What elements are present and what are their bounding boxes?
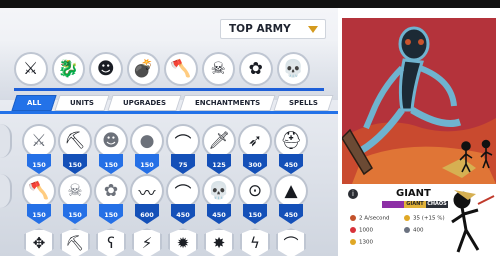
army-slot-bomb-icon[interactable]: 💣 — [126, 52, 160, 86]
unit-card-helmet-icon[interactable]: ⛑ — [274, 124, 308, 158]
unit-card-pickaxe-icon[interactable]: ⛏ — [58, 124, 92, 158]
stat-population: 400 — [404, 227, 424, 234]
unit-card-lungs-icon[interactable]: ✿ — [94, 174, 128, 208]
unit-card-bomber-icon[interactable]: ⊙ — [238, 174, 272, 208]
army-slot-lungs-icon[interactable]: ✿ — [239, 52, 273, 86]
offscreen-unit-card[interactable] — [0, 124, 12, 158]
unit-card-axe-icon[interactable]: 🪓 — [22, 174, 56, 208]
info-icon[interactable]: i — [348, 189, 358, 199]
unit-card-burst-icon[interactable]: ✸ — [204, 228, 234, 256]
tab-all[interactable]: ALL — [11, 95, 57, 111]
unit-card-scythe-icon[interactable]: ⌒ — [166, 124, 200, 158]
army-slot-skull-mask-icon[interactable]: ☻ — [89, 52, 123, 86]
unit-detail-panel: i GIANT GIANT CHAOS 2 A/second 35 (+15 %… — [338, 8, 500, 256]
cost-badge: 150 — [99, 204, 123, 224]
tab-upgrades[interactable]: UPGRADES — [107, 95, 182, 111]
cost-badge: 450 — [207, 204, 231, 224]
tabs-underline — [0, 111, 338, 114]
army-selector-dropdown[interactable]: TOP ARMY — [220, 19, 326, 39]
unit-card-lightning-icon[interactable]: ϟ — [240, 228, 270, 256]
unit-card-skull-icon[interactable]: 💀 — [202, 174, 236, 208]
army-slot-axe-icon[interactable]: 🪓 — [164, 52, 198, 86]
unit-card-bomb-burst-icon[interactable]: ✹ — [168, 228, 198, 256]
stick-warrior-figure — [451, 190, 495, 253]
coin-icon — [350, 239, 356, 245]
unit-card-crossbow-icon[interactable]: ⚔ — [22, 124, 56, 158]
tab-units[interactable]: UNITS — [54, 95, 110, 111]
stat-gold: 35 (+15 %) — [404, 215, 445, 222]
tag-chaos: CHAOS — [426, 201, 448, 208]
unit-card-pickaxe-shield-icon[interactable]: ⛏ — [60, 228, 90, 256]
unit-card-bomb-icon[interactable]: ● — [130, 124, 164, 158]
cost-badge: 150 — [135, 154, 159, 174]
army-underline — [14, 88, 324, 91]
cost-badge: 150 — [243, 204, 267, 224]
stat-speed: 2 A/second — [350, 215, 389, 222]
stat-health: 1000 — [350, 227, 373, 234]
army-slot-skull-icon[interactable]: 💀 — [276, 52, 310, 86]
unit-title: GIANT — [396, 188, 431, 199]
cost-badge: 450 — [279, 204, 303, 224]
chevron-down-icon — [308, 26, 318, 33]
army-slots: ⚔ 🐉 ☻ 💣 🪓 ☠ ✿ 💀 — [14, 52, 310, 90]
cost-badge: 150 — [63, 154, 87, 174]
cost-badge: 150 — [99, 154, 123, 174]
unit-card-whip-icon[interactable]: 〰 — [130, 174, 164, 208]
cost-badge: 125 — [207, 154, 231, 174]
cost-badge: 300 — [243, 154, 267, 174]
unit-info-card: i GIANT GIANT CHAOS 2 A/second 35 (+15 %… — [342, 184, 496, 256]
unit-card-compass-icon[interactable]: ✥ — [24, 228, 54, 256]
unit-card-bear-icon[interactable]: ʕ — [96, 228, 126, 256]
giant-artwork — [342, 18, 496, 184]
top-bar — [0, 0, 500, 8]
unit-card-skull-crossbones-icon[interactable]: ☠ — [58, 174, 92, 208]
army-selector-label: TOP ARMY — [229, 23, 291, 35]
unit-card-sword-icon[interactable]: 🗡 — [202, 124, 236, 158]
speed-icon — [350, 215, 356, 221]
tab-enchantments[interactable]: ENCHANTMENTS — [179, 95, 277, 111]
population-icon — [404, 227, 410, 233]
heart-icon — [350, 227, 356, 233]
unit-card-claw-icon[interactable]: ⚡ — [132, 228, 162, 256]
tag-blank — [382, 201, 404, 208]
tag-giant: GIANT — [404, 201, 426, 208]
unit-card-scythe-shield-icon[interactable]: ⌒ — [276, 228, 306, 256]
unit-card-hook-icon[interactable]: ⌒ — [166, 174, 200, 208]
army-slot-dragon-icon[interactable]: 🐉 — [51, 52, 85, 86]
army-slot-archer-target-icon[interactable]: ⚔ — [14, 52, 48, 86]
unit-card-witch-hat-icon[interactable]: ▲ — [274, 174, 308, 208]
cost-badge: 600 — [135, 204, 159, 224]
cost-badge: 450 — [279, 154, 303, 174]
cost-badge: 75 — [171, 154, 195, 174]
cost-badge: 150 — [27, 154, 51, 174]
tab-spells[interactable]: SPELLS — [273, 95, 334, 111]
unit-card-bow-icon[interactable]: ➶ — [238, 124, 272, 158]
stat-cost: 1300 — [350, 239, 373, 246]
offscreen-unit-card[interactable] — [0, 174, 12, 208]
cost-badge: 150 — [27, 204, 51, 224]
category-tabs: ALL UNITS UPGRADES ENCHANTMENTS SPELLS — [0, 95, 338, 111]
armory-panel: TOP ARMY ⚔ 🐉 ☻ 💣 🪓 ☠ ✿ 💀 ALL UNITS UPGRADES ENCHAN… — [0, 0, 338, 256]
cost-badge: 450 — [171, 204, 195, 224]
army-slot-skull-crossbones-icon[interactable]: ☠ — [201, 52, 235, 86]
gold-icon — [404, 215, 410, 221]
unit-card-skull-mask-icon[interactable]: ☻ — [94, 124, 128, 158]
cost-badge: 150 — [63, 204, 87, 224]
